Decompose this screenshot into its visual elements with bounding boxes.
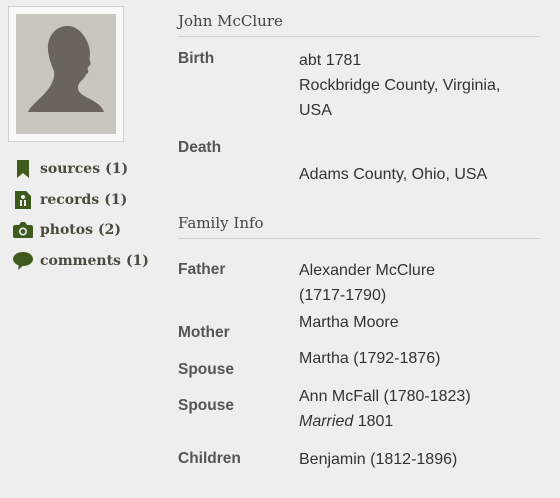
married-year: 1801 [357,413,394,430]
photos-label: photos [40,222,93,238]
photos-count: (2) [98,222,121,238]
sources-link[interactable]: sources (1) [13,158,149,180]
birth-label: Birth [178,50,215,67]
children-label: Children [178,450,241,467]
silhouette-icon [28,26,104,112]
person-name-heading: John McClure [178,12,540,37]
birth-details: abt 1781 Rockbridge County, Virginia, US… [299,48,500,123]
death-label: Death [178,139,222,156]
family-info-heading: Family Info [178,214,540,239]
father-details: Alexander McClure (1717-1790) [299,258,435,308]
records-count: (1) [104,191,128,208]
death-place[interactable]: Adams County, Ohio, USA [299,162,487,187]
spouse-details-2: Ann McFall (1780-1823) Married 1801 [299,384,471,434]
mother-label: Mother [178,324,230,341]
profile-photo-frame[interactable] [8,6,124,142]
father-years: (1717-1790) [299,287,387,304]
silhouette-placeholder-image [16,14,116,134]
speech-bubble-icon [13,251,33,271]
birth-date: abt 1781 [299,52,362,69]
marriage-info: Married 1801 [299,409,471,434]
mother-name[interactable]: Martha Moore [299,310,399,335]
comments-link[interactable]: comments (1) [13,250,149,272]
child-name[interactable]: Benjamin (1812-1896) [299,447,457,472]
record-icon [13,190,33,210]
spouse-name-1[interactable]: Martha (1792-1876) [299,346,440,371]
bookmark-icon [13,159,33,179]
comments-label: comments [40,252,121,269]
birth-place-line2[interactable]: USA [299,98,500,123]
spouse-label-1: Spouse [178,361,234,378]
married-word: Married [299,413,354,430]
father-name[interactable]: Alexander McClure [299,258,435,283]
camera-icon [13,220,33,240]
media-links: sources (1) records (1) photos (2) comme… [13,158,149,280]
father-label: Father [178,261,226,278]
birth-place-line1[interactable]: Rockbridge County, Virginia, [299,73,500,98]
records-link[interactable]: records (1) [13,189,149,211]
records-label: records [40,191,100,208]
comments-count: (1) [125,252,149,269]
spouse-label-2: Spouse [178,397,234,414]
sources-count: (1) [105,161,129,177]
photos-link[interactable]: photos (2) [13,219,149,241]
sources-label: sources [40,161,101,177]
spouse-name-2[interactable]: Ann McFall (1780-1823) [299,384,471,409]
